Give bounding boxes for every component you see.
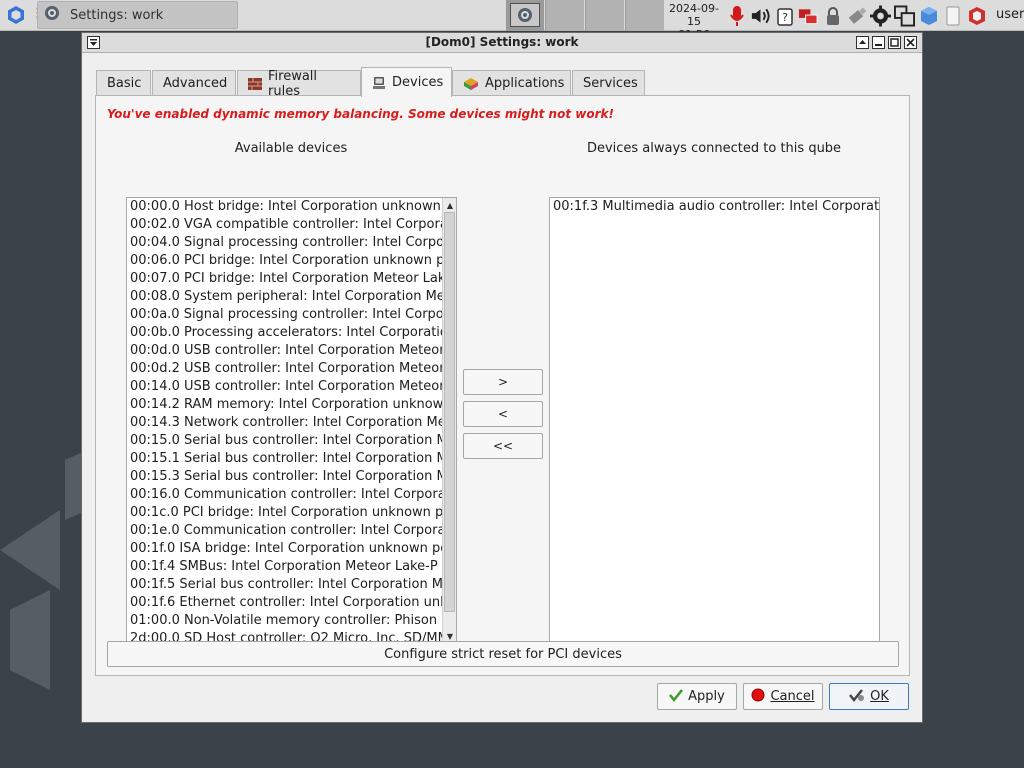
- list-item[interactable]: 00:0b.0 Processing accelerators: Intel C…: [127, 324, 456, 342]
- clipboard-icon[interactable]: ?: [774, 5, 795, 27]
- list-item[interactable]: 00:00.0 Host bridge: Intel Corporation u…: [127, 198, 456, 216]
- connected-devices-items: 00:1f.3 Multimedia audio controller: Int…: [550, 198, 879, 216]
- taskbar-task-title: Settings: work: [70, 7, 164, 23]
- tab-services[interactable]: Services: [572, 70, 645, 96]
- list-item[interactable]: 00:0d.0 USB controller: Intel Corporatio…: [127, 342, 456, 360]
- qubes-menu-icon[interactable]: [6, 5, 26, 29]
- tab-label: Services: [583, 76, 638, 91]
- available-vertical-scrollbar[interactable]: ▲ ▼: [442, 198, 456, 643]
- connected-devices-label: Devices always connected to this qube: [586, 141, 842, 156]
- tab-label: Advanced: [163, 76, 228, 91]
- available-devices-items: 00:00.0 Host bridge: Intel Corporation u…: [127, 198, 456, 648]
- gear-icon[interactable]: [870, 5, 891, 27]
- tab-label: Applications: [485, 76, 565, 91]
- shade-button[interactable]: [856, 36, 869, 49]
- window-icon[interactable]: [894, 5, 915, 27]
- file-icon[interactable]: [942, 5, 963, 27]
- apply-label: Apply: [688, 689, 725, 704]
- list-item[interactable]: 00:0a.0 Signal processing controller: In…: [127, 306, 456, 324]
- clock-date: 2024-09-15: [669, 2, 719, 28]
- microphone-icon[interactable]: [726, 5, 747, 27]
- tab-advanced[interactable]: Advanced: [152, 70, 236, 96]
- apply-button[interactable]: Apply: [657, 683, 737, 710]
- list-item[interactable]: 00:04.0 Signal processing controller: In…: [127, 234, 456, 252]
- list-item[interactable]: 00:14.2 RAM memory: Intel Corporation un…: [127, 396, 456, 414]
- cube-icon[interactable]: [918, 5, 939, 27]
- ok-icon: [849, 688, 865, 706]
- list-item[interactable]: 00:1e.0 Communication controller: Intel …: [127, 522, 456, 540]
- add-device-button[interactable]: >: [463, 369, 543, 395]
- list-item[interactable]: 00:14.3 Network controller: Intel Corpor…: [127, 414, 456, 432]
- remove-all-devices-button[interactable]: <<: [463, 433, 543, 459]
- available-devices-label: Available devices: [234, 141, 348, 156]
- list-item[interactable]: 00:1c.0 PCI bridge: Intel Corporation un…: [127, 504, 456, 522]
- list-item[interactable]: 00:08.0 System peripheral: Intel Corpora…: [127, 288, 456, 306]
- minimize-button[interactable]: [872, 36, 885, 49]
- maximize-button[interactable]: [888, 36, 901, 49]
- list-item[interactable]: 00:14.0 USB controller: Intel Corporatio…: [127, 378, 456, 396]
- available-devices-list[interactable]: 00:00.0 Host bridge: Intel Corporation u…: [126, 197, 457, 658]
- title-bar[interactable]: [Dom0] Settings: work: [82, 33, 922, 53]
- tab-label: Firewall rules: [268, 68, 318, 99]
- tab-applications[interactable]: Applications: [452, 70, 571, 96]
- ok-label: OK: [870, 689, 889, 704]
- settings-window: [Dom0] Settings: work Basic Advanced Fir…: [81, 32, 923, 723]
- gear-icon: [518, 8, 532, 22]
- tab-label: Basic: [107, 76, 142, 91]
- usb-icon[interactable]: [846, 5, 867, 27]
- workspace-1[interactable]: [506, 0, 544, 31]
- list-item[interactable]: 00:15.0 Serial bus controller: Intel Cor…: [127, 432, 456, 450]
- ok-button[interactable]: OK: [829, 683, 909, 710]
- window-title: [Dom0] Settings: work: [425, 35, 579, 49]
- scroll-up-arrow[interactable]: ▲: [443, 198, 456, 212]
- strict-reset-button[interactable]: Configure strict reset for PCI devices: [107, 641, 899, 667]
- system-tray: ?: [726, 3, 987, 29]
- cancel-label: Cancel: [770, 689, 815, 704]
- devices-icon: [372, 76, 386, 90]
- network-icon[interactable]: [798, 5, 819, 27]
- list-item[interactable]: 00:0d.2 USB controller: Intel Corporatio…: [127, 360, 456, 378]
- list-item[interactable]: 00:1f.3 Multimedia audio controller: Int…: [550, 198, 879, 216]
- tab-devices[interactable]: Devices: [361, 67, 452, 97]
- workspace-3[interactable]: [585, 0, 624, 31]
- workspace-2[interactable]: [545, 0, 584, 31]
- list-item[interactable]: 00:1f.5 Serial bus controller: Intel Cor…: [127, 576, 456, 594]
- workspace-4[interactable]: [625, 0, 664, 31]
- list-item[interactable]: 00:15.1 Serial bus controller: Intel Cor…: [127, 450, 456, 468]
- taskbar: ⋮ Settings: work 2024-09-15 01:56 ?: [0, 0, 1024, 41]
- list-item[interactable]: 00:1f.4 SMBus: Intel Corporation Meteor …: [127, 558, 456, 576]
- qube-icon[interactable]: [966, 5, 987, 27]
- user-label[interactable]: user: [996, 7, 1024, 22]
- tab-basic[interactable]: Basic: [96, 70, 151, 96]
- volume-icon[interactable]: [750, 5, 771, 27]
- connected-devices-list[interactable]: 00:1f.3 Multimedia audio controller: Int…: [549, 197, 880, 658]
- checkmark-icon: [669, 688, 684, 706]
- list-item[interactable]: 01:00.0 Non-Volatile memory controller: …: [127, 612, 456, 630]
- taskbar-task-settings[interactable]: Settings: work: [37, 1, 238, 29]
- tab-firewall-rules[interactable]: Firewall rules: [237, 68, 361, 99]
- devices-panel: You've enabled dynamic memory balancing.…: [95, 95, 910, 676]
- svg-text:?: ?: [782, 11, 788, 24]
- list-item[interactable]: 00:07.0 PCI bridge: Intel Corporation Me…: [127, 270, 456, 288]
- remove-device-button[interactable]: <: [463, 401, 543, 427]
- list-item[interactable]: 00:16.0 Communication controller: Intel …: [127, 486, 456, 504]
- scroll-thumb[interactable]: [444, 212, 455, 612]
- gear-icon: [44, 5, 60, 25]
- workspace-window-thumb: [510, 3, 540, 27]
- applications-icon: [463, 77, 479, 91]
- cancel-button[interactable]: Cancel: [743, 683, 823, 710]
- tab-label: Devices: [392, 75, 444, 90]
- firewall-icon: [248, 77, 262, 90]
- list-item[interactable]: 00:1f.0 ISA bridge: Intel Corporation un…: [127, 540, 456, 558]
- list-item[interactable]: 00:02.0 VGA compatible controller: Intel…: [127, 216, 456, 234]
- close-button[interactable]: [904, 36, 917, 49]
- cancel-icon: [751, 688, 765, 706]
- list-item[interactable]: 00:06.0 PCI bridge: Intel Corporation un…: [127, 252, 456, 270]
- dynamic-memory-warning: You've enabled dynamic memory balancing.…: [107, 107, 614, 121]
- list-item[interactable]: 00:15.3 Serial bus controller: Intel Cor…: [127, 468, 456, 486]
- list-item[interactable]: 00:1f.6 Ethernet controller: Intel Corpo…: [127, 594, 456, 612]
- lock-icon[interactable]: [822, 5, 843, 27]
